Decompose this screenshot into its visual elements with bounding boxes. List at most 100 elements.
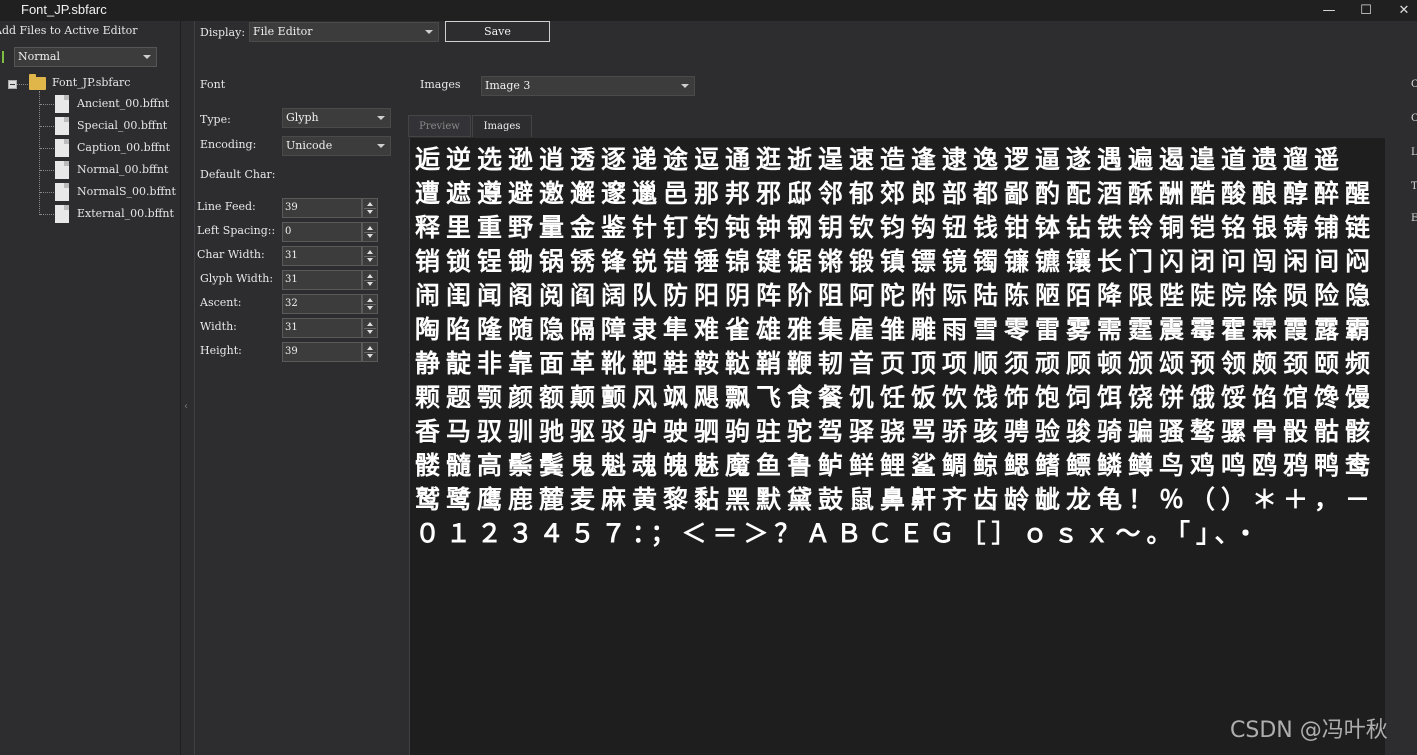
panel-splitter[interactable]: ‹: [180, 21, 197, 755]
ascent-label: Ascent:: [200, 296, 242, 309]
minimize-button[interactable]: —: [1309, 0, 1349, 21]
glyph-row: 鹫鹭鹰鹿麓麦麻黄黎黏黑默黛鼓鼠鼻鼾齐齿龄龇龙龟！％（）＊＋，－: [415, 485, 1377, 514]
add-files-label: Add Files to Active Editor: [0, 24, 138, 37]
display-select[interactable]: File Editor: [249, 22, 439, 42]
width-stepper[interactable]: 31: [282, 318, 379, 338]
ascent-input[interactable]: 32: [282, 294, 362, 314]
type-label: Type:: [200, 113, 231, 126]
file-icon: [55, 117, 69, 135]
encoding-label: Encoding:: [200, 138, 257, 151]
encoding-select-value: Unicode: [286, 139, 333, 152]
tree-collapse-icon[interactable]: [8, 80, 17, 89]
file-sidebar: Add Files to Active Editor Normal Font_J…: [0, 21, 180, 755]
watermark: CSDN @冯叶秋: [1230, 718, 1388, 743]
display-select-value: File Editor: [253, 25, 313, 38]
spinner-icon[interactable]: [362, 198, 378, 218]
tree-file-item[interactable]: NormalS_00.bffnt: [40, 181, 180, 203]
tree-root-label[interactable]: Font_JP.sbfarc: [52, 76, 130, 89]
glyph-width-label: Glyph Width:: [200, 272, 274, 285]
spinner-icon[interactable]: [362, 318, 378, 338]
window-title: Font_JP.sbfarc: [21, 2, 107, 17]
glyph-width-input[interactable]: 31: [282, 270, 362, 290]
tab-images[interactable]: Images: [472, 115, 532, 137]
height-stepper[interactable]: 39: [282, 342, 379, 362]
glyph-row: 香马驭驯驰驱驳驴驶驷驹驻驼驾驿骁骂骄骇骋验骏骑骗骚骜骡骨骰骷骸: [415, 417, 1377, 446]
right-edge-letter: L: [1411, 147, 1417, 158]
width-label: Width:: [200, 320, 237, 333]
file-icon: [55, 205, 69, 223]
spinner-icon[interactable]: [362, 342, 378, 362]
file-label: Normal_00.bffnt: [77, 163, 169, 176]
chevron-down-icon: [377, 144, 385, 148]
image-select-value: Image 3: [485, 79, 531, 92]
tree-file-item[interactable]: External_00.bffnt: [40, 203, 180, 225]
glyph-row: 释里重野量金鉴针钉钓钝钟钢钥钦钧钩钮钱钳钵钻铁铃铜铠铭银铸铺链: [415, 213, 1377, 242]
glyph-row: 陶陷隆随隐隔障隶隼难雀雄雅集雇雏雕雨雪零雷雾需霆震霉霍霖霞露霸: [415, 315, 1377, 344]
glyph-row: 销锁锃锄锅锈锋锐错锤锦键锯锵锻镇镖镜镯镰镳镶长门闪闭问闯闲间闷: [415, 247, 1377, 276]
file-label: Caption_00.bffnt: [77, 141, 171, 154]
line-feed-stepper[interactable]: 39: [282, 198, 379, 218]
folder-icon: [29, 74, 46, 90]
file-label: Special_00.bffnt: [77, 119, 168, 132]
image-select[interactable]: Image 3: [481, 76, 695, 96]
splitter-grip-icon: ‹: [184, 401, 188, 412]
height-label: Height:: [200, 344, 242, 357]
spinner-icon[interactable]: [362, 294, 378, 314]
display-label: Display:: [200, 26, 246, 39]
width-input[interactable]: 31: [282, 318, 362, 338]
file-icon: [55, 139, 69, 157]
line-feed-label: Line Feed:: [197, 200, 256, 213]
images-label: Images: [420, 78, 461, 91]
left-spacing-stepper[interactable]: 0: [282, 222, 379, 242]
char-width-label: Char Width:: [197, 248, 265, 261]
save-button[interactable]: Save: [445, 21, 550, 42]
tab-preview[interactable]: Preview: [408, 115, 471, 137]
type-select-value: Glyph: [286, 111, 319, 124]
spinner-icon[interactable]: [362, 246, 378, 266]
glyph-width-stepper[interactable]: 31: [282, 270, 379, 290]
right-edge-letter: C: [1411, 113, 1417, 124]
mode-select[interactable]: Normal: [14, 47, 157, 67]
ascent-stepper[interactable]: 32: [282, 294, 379, 314]
glyph-row: 静靛非靠面革靴靶鞋鞍鞑鞘鞭韧音页顶项顺须顽顾顿颁颂预领颇颈颐频: [415, 349, 1377, 378]
left-spacing-input[interactable]: 0: [282, 222, 362, 242]
file-label: External_00.bffnt: [77, 207, 174, 220]
font-section-label: Font: [200, 78, 226, 91]
chevron-down-icon: [681, 84, 689, 88]
tree-file-item[interactable]: Special_00.bffnt: [40, 115, 180, 137]
glyph-image-canvas: 逅逆选逊逍透逐递途逗通逛逝逞速造逢逮逸逻逼遂遇遍遏遑道遗遛遥 遭遮遵避邀邂邃邋邑…: [409, 138, 1385, 755]
mode-select-value: Normal: [18, 50, 61, 63]
mode-indicator: [2, 51, 4, 63]
encoding-select[interactable]: Unicode: [282, 136, 391, 156]
tree-file-item[interactable]: Caption_00.bffnt: [40, 137, 180, 159]
glyph-row: 髅髓高鬃鬓鬼魁魂魄魅魔鱼鲁鲈鲜鲤鲨鲷鲸鳃鳍鳔鳞鳟鸟鸡鸣鸥鸦鸭鸯: [415, 451, 1377, 480]
chevron-down-icon: [425, 30, 433, 34]
spinner-icon[interactable]: [362, 270, 378, 290]
glyph-sheet: 逅逆选逊逍透逐递途逗通逛逝逞速造逢逮逸逻逼遂遇遍遏遑道遗遛遥 遭遮遵避邀邂邃邋邑…: [415, 143, 1385, 551]
left-spacing-label: Left Spacing::: [197, 224, 276, 237]
maximize-button[interactable]: ☐: [1346, 0, 1386, 21]
clipped-right-panel: C C L T E: [1411, 21, 1417, 755]
close-button[interactable]: ✕: [1384, 0, 1417, 21]
glyph-row: 遭遮遵避邀邂邃邋邑那邦邪邸邻郁郊郎部都鄙酌配酒酥酬酷酸酿醇醉醒: [415, 179, 1377, 208]
file-label: NormalS_00.bffnt: [77, 185, 176, 198]
type-select[interactable]: Glyph: [282, 108, 391, 128]
file-icon: [55, 95, 69, 113]
tree-file-item[interactable]: Normal_00.bffnt: [40, 159, 180, 181]
file-icon: [55, 183, 69, 201]
height-input[interactable]: 39: [282, 342, 362, 362]
glyph-row: 颗题颚颜额颠颤风飒飓飘飞食餐饥饪饭饮饯饰饱饲饵饶饼饿馁馅馆馋馒: [415, 383, 1377, 412]
line-feed-input[interactable]: 39: [282, 198, 362, 218]
file-label: Ancient_00.bffnt: [77, 97, 170, 110]
default-char-label: Default Char:: [200, 168, 276, 181]
char-width-input[interactable]: 31: [282, 246, 362, 266]
right-edge-letter: C: [1411, 79, 1417, 90]
char-width-stepper[interactable]: 31: [282, 246, 379, 266]
spinner-icon[interactable]: [362, 222, 378, 242]
chevron-down-icon: [143, 55, 151, 59]
tree-file-item[interactable]: Ancient_00.bffnt: [40, 93, 180, 115]
glyph-row: ０１２３４５７：；＜＝＞？ＡＢＣＥＧ［］ｏｓｘ～。「」、・: [415, 519, 1265, 548]
title-bar: Font_JP.sbfarc — ☐ ✕: [0, 0, 1417, 21]
right-edge-letter: T: [1411, 181, 1417, 192]
glyph-row: 闹闺闻阁阅阎阔队防阳阴阵阶阻阿陀附际陆陈陋陌降限陛陡院除陨险隐: [415, 281, 1377, 310]
